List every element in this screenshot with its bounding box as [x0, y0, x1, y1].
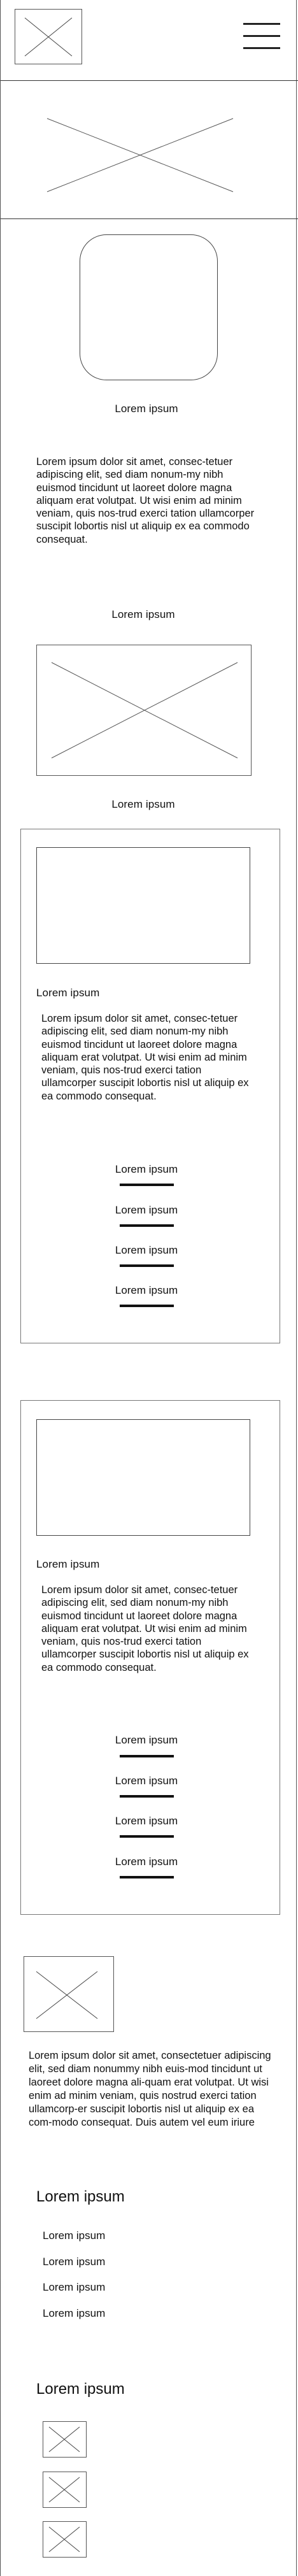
- icons-heading: Lorem ipsum: [36, 2380, 125, 2398]
- hero-divider: [1, 218, 298, 219]
- profile-body: Lorem ipsum dolor sit amet, consec-tetue…: [36, 456, 255, 545]
- link-underline: [120, 1264, 174, 1267]
- link-underline: [120, 1795, 174, 1798]
- list-item: Lorem ipsum: [43, 2256, 106, 2268]
- card-link[interactable]: Lorem ipsum: [108, 1815, 185, 1828]
- footer-body: Lorem ipsum dolor sit amet, consectetuer…: [29, 2050, 271, 2128]
- card-link[interactable]: Lorem ipsum: [108, 1775, 185, 1787]
- hero-image-placeholder-icon: [46, 118, 234, 192]
- small-image-placeholder-icon[interactable]: [43, 2521, 87, 2558]
- mobile-page: Lorem ipsum Lorem ipsum dolor sit amet, …: [0, 0, 298, 2576]
- link-underline: [120, 1184, 174, 1186]
- small-image-placeholder-icon[interactable]: [43, 2472, 87, 2508]
- list-item: Lorem ipsum: [43, 2307, 106, 2319]
- card-body: Lorem ipsum dolor sit amet, consec-tetue…: [41, 1584, 249, 1673]
- hamburger-menu-icon[interactable]: [243, 23, 280, 50]
- small-image-placeholder-icon[interactable]: [43, 2421, 87, 2458]
- link-underline: [120, 1224, 174, 1227]
- card-link[interactable]: Lorem ipsum: [108, 1284, 185, 1297]
- card-image-frame: [36, 847, 250, 964]
- avatar: [80, 234, 218, 380]
- card-link[interactable]: Lorem ipsum: [108, 1163, 185, 1176]
- card-link[interactable]: Lorem ipsum: [108, 1244, 185, 1257]
- card-body: Lorem ipsum dolor sit amet, consec-tetue…: [41, 1013, 249, 1102]
- link-underline: [120, 1835, 174, 1838]
- feature-image-placeholder-icon: [36, 645, 252, 776]
- card-title: Lorem ipsum: [36, 1558, 100, 1570]
- list-item: Lorem ipsum: [43, 2229, 106, 2242]
- link-underline: [120, 1755, 174, 1757]
- link-underline: [120, 1305, 174, 1307]
- card-link[interactable]: Lorem ipsum: [108, 1204, 185, 1217]
- card-link[interactable]: Lorem ipsum: [108, 1856, 185, 1868]
- footer-image-placeholder-icon: [24, 1956, 114, 2032]
- profile-title: Lorem ipsum: [115, 403, 178, 415]
- list-heading: Lorem ipsum: [36, 2188, 125, 2205]
- card-link[interactable]: Lorem ipsum: [108, 1734, 185, 1747]
- logo-image-placeholder-icon[interactable]: [15, 9, 82, 64]
- list-item: Lorem ipsum: [43, 2281, 106, 2293]
- link-underline: [120, 1876, 174, 1878]
- card-title: Lorem ipsum: [36, 987, 100, 999]
- feature-caption: Lorem ipsum: [111, 798, 175, 810]
- header-divider: [1, 80, 298, 81]
- profile-subtitle: Lorem ipsum: [111, 608, 175, 620]
- card-image-frame: [36, 1419, 250, 1536]
